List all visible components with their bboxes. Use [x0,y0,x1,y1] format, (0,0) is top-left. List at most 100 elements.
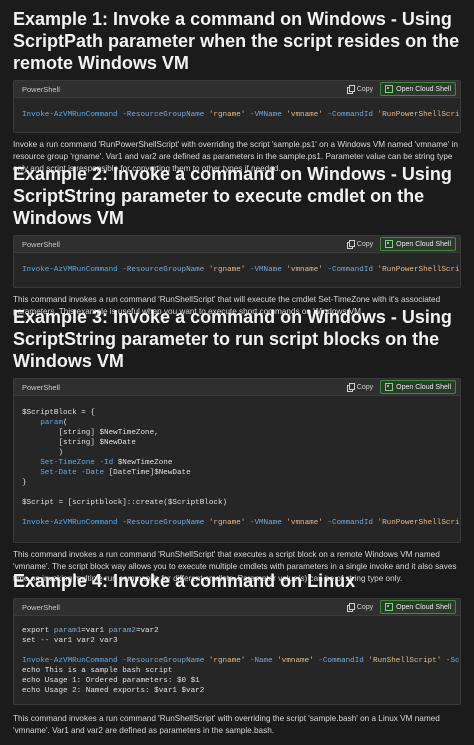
example-3-title: Example 3: Invoke a command on Windows -… [13,307,452,371]
copy-icon [346,85,355,94]
code-header-4: PowerShell Copy Open Cloud Shell [14,599,460,616]
code-block-3: PowerShell Copy Open Cloud Shell $Script… [13,378,461,543]
code-token: 'rgname' [208,111,246,119]
copy-button[interactable]: Copy [344,382,376,392]
code-token: 'vmname' [286,111,323,119]
cloud-shell-icon [385,240,394,248]
copy-button[interactable]: Copy [344,84,376,94]
copy-icon [346,383,355,392]
example-1-title: Example 1: Invoke a command on Windows -… [13,9,460,73]
example-4: Example 4: Invoke a command on Linux Pow… [13,570,461,737]
code-token: -CommandId [318,657,364,665]
code-token: -Name [249,657,273,665]
code-line: Invoke-AzVMRunCommand -ResourceGroupName… [22,265,460,275]
code-line: echo Usage 2: Named exports: $var1 $var2 [22,686,452,696]
code-text[interactable]: export param1=var1 param2=var2 set -- var… [14,616,460,704]
code-token: 'vmname' [286,519,323,527]
code-line: Set-TimeZone -Id $NewTimeZone [22,458,452,468]
code-token: 'vmname' [277,657,314,665]
code-line: ) [22,448,452,458]
code-token: [string] $NewTimeZone, [22,429,159,437]
cloud-shell-label: Open Cloud Shell [396,240,451,248]
code-token: -ResourceGroupName [122,111,205,119]
code-token: [DateTime]$NewDate [104,469,191,477]
code-line: Invoke-AzVMRunCommand -ResourceGroupName… [22,110,460,120]
code-token: -ResourceGroupName [122,519,205,527]
code-line: $ScriptBlock = { [22,408,452,418]
cloud-shell-label: Open Cloud Shell [396,603,451,611]
open-cloud-shell-button[interactable]: Open Cloud Shell [380,237,456,251]
code-token: -CommandId [327,519,373,527]
code-line: param( [22,418,452,428]
code-token: Invoke-AzVMRunCommand [22,657,118,665]
code-text[interactable]: Invoke-AzVMRunCommand -ResourceGroupName… [14,98,460,132]
example-3: Example 3: Invoke a command on Windows -… [13,306,461,585]
code-line: export param1=var1 param2=var2 [22,626,452,636]
code-token: -CommandId [327,111,373,119]
code-token: -VMName [249,519,282,527]
code-token: [string] $NewDate [22,439,136,447]
code-token: $ScriptBlock [22,409,77,417]
example-4-description: This command invokes a run command 'RunS… [13,714,440,735]
code-token: echo This is a sample bash script [22,667,173,675]
code-token: 'rgname' [208,266,246,274]
code-line: Invoke-AzVMRunCommand -ResourceGroupName… [22,518,460,528]
example-2-title: Example 2: Invoke a command on Windows -… [13,164,452,228]
code-line: [string] $NewTimeZone, [22,428,452,438]
code-token: ( [63,419,68,427]
copy-label: Copy [356,603,374,611]
code-token: Invoke-AzVMRunCommand [22,519,118,527]
cloud-shell-icon [385,603,394,611]
open-cloud-shell-button[interactable]: Open Cloud Shell [380,82,456,96]
code-token: } [22,479,27,487]
code-token: -VMName [249,266,282,274]
code-token: echo Usage 2: Named exports: $var1 $var2 [22,687,205,695]
code-token: 'vmname' [286,266,323,274]
code-token: Invoke-AzVMRunCommand [22,266,118,274]
language-label: PowerShell [22,602,60,612]
code-token: param1 [53,627,82,635]
code-token: -VMName [249,111,282,119]
cloud-shell-label: Open Cloud Shell [396,383,451,391]
open-cloud-shell-button[interactable]: Open Cloud Shell [380,380,456,394]
code-block-1: PowerShell Copy Open Cloud Shell Invoke-… [13,80,461,133]
code-token: export [22,627,54,635]
code-block-4: PowerShell Copy Open Cloud Shell export … [13,598,461,705]
code-token: -Scrip [445,657,460,665]
code-token: =var2 [135,627,159,635]
code-token: 'RunPowerShellScript' [377,111,460,119]
language-label: PowerShell [22,382,60,392]
copy-icon [346,603,355,612]
code-token: Invoke-AzVMRunCommand [22,111,118,119]
code-header-3: PowerShell Copy Open Cloud Shell [14,379,460,396]
code-token: -Date [81,469,105,477]
example-1: Example 1: Invoke a command on Windows -… [13,8,461,175]
copy-button[interactable]: Copy [344,239,376,249]
code-token: 'RunShellScript' [368,657,442,665]
language-label: PowerShell [22,84,60,94]
code-token: $NewTimeZone [113,459,173,467]
code-text[interactable]: $ScriptBlock = { param( [string] $NewTim… [14,396,460,542]
open-cloud-shell-button[interactable]: Open Cloud Shell [380,600,456,614]
cloud-shell-icon [385,383,394,391]
cloud-shell-icon [385,85,394,93]
cloud-shell-label: Open Cloud Shell [396,85,451,93]
code-token: =var1 [81,627,109,635]
code-header-2: PowerShell Copy Open Cloud Shell [14,236,460,253]
code-line: } [22,478,452,488]
code-block-2: PowerShell Copy Open Cloud Shell Invoke-… [13,235,461,288]
copy-label: Copy [356,383,374,391]
code-token: $Script = [scriptblock]::create($ScriptB… [22,499,228,507]
copy-button[interactable]: Copy [344,602,376,612]
code-line: echo Usage 1: Ordered parameters: $0 $1 [22,676,452,686]
code-token: 'rgname' [208,657,246,665]
code-token: = { [76,409,95,417]
copy-label: Copy [356,85,374,93]
code-text[interactable]: Invoke-AzVMRunCommand -ResourceGroupName… [14,253,460,287]
copy-icon [346,240,355,249]
